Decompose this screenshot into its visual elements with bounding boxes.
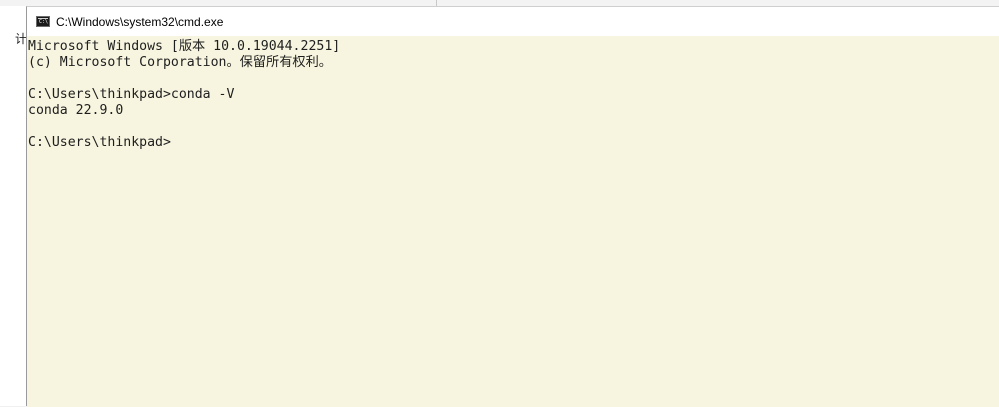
window-title: C:\Windows\system32\cmd.exe — [56, 14, 224, 29]
cmd-icon-glyph: C:\ — [39, 19, 49, 25]
console-output[interactable]: Microsoft Windows [版本 10.0.19044.2251] (… — [27, 36, 999, 407]
console-line: C:\Users\thinkpad>conda -V — [28, 87, 235, 102]
title-bar[interactable]: C:\ C:\Windows\system32\cmd.exe — [27, 7, 999, 36]
command-prompt[interactable]: C:\Users\thinkpad> — [28, 135, 999, 151]
console-line: conda 22.9.0 — [28, 103, 124, 118]
console-line: (c) Microsoft Corporation。保留所有权利。 — [28, 55, 332, 70]
cmd-window[interactable]: C:\ C:\Windows\system32\cmd.exe Microsof… — [26, 6, 999, 407]
cmd-icon: C:\ — [36, 16, 50, 27]
background-window-edge[interactable]: 计 — [0, 6, 27, 406]
console-line: Microsoft Windows [版本 10.0.19044.2251] — [28, 39, 341, 54]
